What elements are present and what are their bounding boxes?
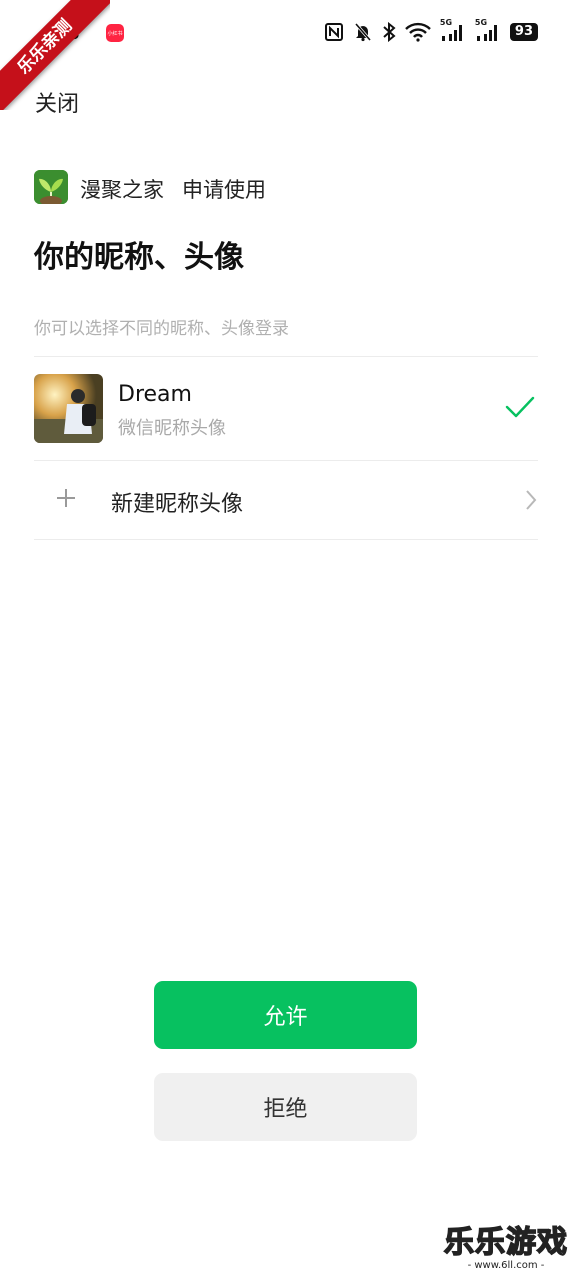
plus-icon <box>55 487 77 513</box>
chevron-right-icon <box>524 489 538 515</box>
signal-5g-icon: 5G <box>475 18 501 42</box>
hint-text: 你可以选择不同的昵称、头像登录 <box>34 319 289 339</box>
app-logo-icon <box>34 170 68 204</box>
site-watermark: 乐乐游戏 - www.6ll.com - <box>443 1225 568 1272</box>
allow-button[interactable]: 允许 <box>154 981 417 1049</box>
profile-option[interactable] <box>34 357 538 459</box>
checkmark-icon <box>504 394 536 424</box>
signal-label: 5G <box>439 18 453 27</box>
signal-label: 5G <box>474 18 488 27</box>
site-watermark-url: - www.6ll.com - <box>467 1260 545 1271</box>
profile-subtitle: 微信昵称头像 <box>118 418 226 439</box>
profile-name: Dream <box>118 382 192 407</box>
avatar <box>34 374 103 443</box>
battery-indicator: 93 <box>509 23 538 41</box>
page-title: 你的昵称、头像 <box>34 240 244 275</box>
bluetooth-icon <box>382 22 396 42</box>
divider <box>34 539 538 540</box>
nfc-icon <box>324 22 344 42</box>
wifi-icon <box>405 22 431 42</box>
bell-muted-icon <box>353 22 373 42</box>
app-name: 漫聚之家 <box>80 178 164 202</box>
new-profile-option[interactable] <box>34 461 538 539</box>
status-icons: 5G 5G 93 <box>324 18 538 42</box>
request-label: 申请使用 <box>182 178 266 202</box>
signal-5g-icon: 5G <box>440 18 466 42</box>
app-request-line: 漫聚之家 申请使用 <box>80 174 266 204</box>
site-watermark-title: 乐乐游戏 <box>443 1225 568 1261</box>
close-button[interactable]: 关闭 <box>35 86 79 118</box>
new-profile-label: 新建昵称头像 <box>111 492 244 517</box>
deny-button[interactable]: 拒绝 <box>154 1073 417 1141</box>
